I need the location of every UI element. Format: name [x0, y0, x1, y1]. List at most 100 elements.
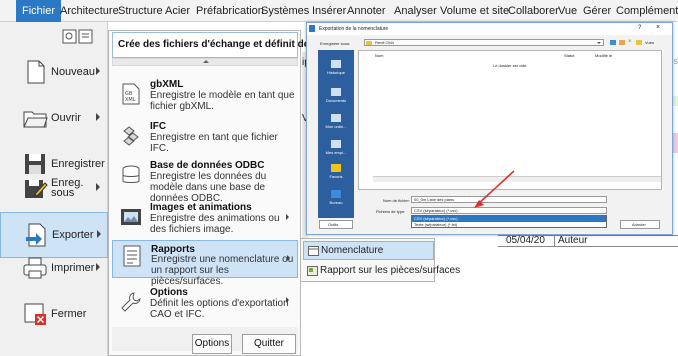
- tab-architecture[interactable]: Architecture: [60, 0, 119, 22]
- back-icon[interactable]: [610, 40, 616, 45]
- options-button[interactable]: Options: [192, 334, 232, 354]
- room-report-icon: [307, 266, 318, 276]
- menu-ouvrir[interactable]: Ouvrir: [0, 96, 108, 142]
- tab-gerer[interactable]: Gérer: [583, 0, 611, 22]
- menu-label: Nouveau: [51, 66, 96, 78]
- menu-label: Imprimer: [51, 262, 95, 274]
- chevron-right-icon: [287, 255, 290, 261]
- menu-label: Exporter: [52, 229, 94, 241]
- chevron-right-icon: [96, 183, 100, 191]
- filetype-option-txt[interactable]: Texte (séparateur) (*.txt): [412, 222, 606, 228]
- place-bureau[interactable]: Bureau: [321, 190, 351, 205]
- submenu-scroll-up[interactable]: [112, 58, 298, 66]
- column-status[interactable]: Statut: [564, 53, 574, 58]
- flyout-rapport-pieces-surfaces[interactable]: Rapport sur les pièces/surfaces: [303, 262, 460, 281]
- tab-vue[interactable]: Vue: [558, 0, 577, 22]
- tab-prefabrication[interactable]: Préfabrication: [196, 0, 264, 22]
- flyout-nomenclature[interactable]: Nomenclature: [303, 241, 434, 260]
- report-icon: [123, 245, 141, 267]
- annotation-arrow-icon: [474, 170, 515, 208]
- place-historique[interactable]: Historique: [321, 60, 351, 75]
- chevron-right-icon: [96, 67, 100, 75]
- close-button[interactable]: ×: [656, 24, 660, 31]
- chevron-right-icon: [96, 263, 100, 271]
- column-modified[interactable]: Modifié le: [595, 53, 612, 58]
- recent-documents-toggle[interactable]: [60, 28, 100, 46]
- close-document-icon: [24, 303, 46, 325]
- save-in-label: Enregistrer sous:: [320, 41, 351, 46]
- quit-revit-button[interactable]: Quitter Revit: [242, 334, 296, 354]
- up-folder-icon[interactable]: [619, 40, 625, 45]
- tab-volume-et-site[interactable]: Volume et site: [440, 0, 509, 22]
- export-gbxml[interactable]: GB XML gbXML Enregistre le modèle en tant…: [112, 79, 298, 115]
- views-menu[interactable]: Vues: [645, 40, 654, 45]
- menu-nouveau[interactable]: Nouveau: [0, 50, 108, 96]
- export-rapports[interactable]: Rapports Enregistre une nomenclature ou …: [112, 240, 298, 287]
- dialog-title: Exportation de la nomenclature: [307, 23, 672, 35]
- export-odbc[interactable]: Base de données ODBC Enregistre les donn…: [112, 160, 298, 204]
- item-description: Enregistre les données du modèle dans un…: [150, 171, 267, 204]
- tab-collaborer[interactable]: Collaborer: [508, 0, 559, 22]
- help-button[interactable]: ?: [638, 25, 641, 31]
- tab-annoter[interactable]: Annoter: [347, 0, 386, 22]
- export-options[interactable]: Options Définit les options d'exportatio…: [112, 287, 298, 320]
- tab-structure[interactable]: Structure: [118, 0, 163, 22]
- item-title: IFC: [150, 121, 167, 132]
- tab-inserer[interactable]: Insérer: [312, 0, 346, 22]
- chevron-right-icon: [97, 230, 101, 238]
- tab-fichier[interactable]: Fichier: [16, 0, 62, 22]
- export-icon: [26, 223, 46, 247]
- film-icon: [121, 209, 141, 225]
- places-bar: Historique Documents Mon ordin... Mes em…: [318, 50, 354, 218]
- menu-label: Ouvrir: [51, 112, 81, 124]
- item-description: Enregistre en tant que fichier IFC.: [150, 132, 278, 154]
- tab-systemes[interactable]: Systèmes: [261, 0, 309, 22]
- submenu-footer: Options Quitter Revit: [112, 327, 298, 354]
- tab-complements[interactable]: Compléments: [616, 0, 678, 22]
- chevron-right-icon: [96, 113, 100, 121]
- menu-imprimer[interactable]: Imprimer: [0, 246, 108, 292]
- empty-folder-text: Le dossier est vide.: [493, 63, 528, 68]
- save-in-select[interactable]: Revit-CM4: [364, 39, 604, 46]
- flyout-label: Nomenclature: [321, 245, 384, 256]
- menu-label: Enreg. sous: [51, 177, 84, 199]
- export-ifc[interactable]: IFC Enregistre en tant que fichier IFC.: [112, 121, 298, 154]
- menu-enreg-sous[interactable]: Enreg. sous: [0, 166, 108, 212]
- item-description: Enregistre une nomenclature ou un rappor…: [151, 254, 294, 287]
- delete-icon[interactable]: ×: [628, 39, 632, 45]
- tools-button[interactable]: Outils: [319, 220, 353, 229]
- column-name[interactable]: Nom: [375, 53, 383, 58]
- open-folder-icon: [23, 111, 48, 128]
- menu-label: Fermer: [51, 308, 87, 320]
- database-icon: [122, 165, 140, 183]
- date-cell: 05/04/20: [506, 235, 545, 246]
- item-title: gbXML: [150, 79, 184, 90]
- menu-fermer[interactable]: Fermer: [0, 292, 108, 338]
- place-mon-ordinateur[interactable]: Mon ordin...: [321, 114, 351, 129]
- place-documents[interactable]: Documents: [321, 88, 351, 103]
- place-favoris[interactable]: Favoris: [321, 164, 351, 179]
- filename-label: Nom de fichier:: [383, 198, 410, 203]
- new-document-icon: [27, 60, 45, 84]
- revit-app-icon: [309, 25, 315, 32]
- tab-analyser[interactable]: Analyser: [394, 0, 437, 22]
- printer-icon: [23, 257, 47, 279]
- ifc-icon: [123, 126, 139, 146]
- place-mes-emplacements[interactable]: Mes empl...: [321, 140, 351, 155]
- filetype-label: Fichiers de type:: [376, 209, 406, 214]
- save-as-icon: [25, 180, 48, 198]
- svg-text:XML: XML: [125, 97, 136, 103]
- item-title: Options: [150, 287, 188, 298]
- schedule-icon: [308, 246, 319, 256]
- chevron-right-icon: [286, 214, 289, 220]
- tab-acier[interactable]: Acier: [165, 0, 190, 22]
- new-folder-icon[interactable]: [636, 40, 642, 45]
- flyout-label: Rapport sur les pièces/surfaces: [320, 265, 461, 276]
- chevron-up-icon: [203, 60, 209, 63]
- item-description: Définit les options d'exportation CAO et…: [150, 298, 289, 320]
- cancel-button[interactable]: Annuler: [620, 220, 660, 229]
- ribbon-tab-bar: Fichier Architecture Structure Acier Pré…: [0, 0, 678, 22]
- filetype-value: CSV (séparateur) (*.csv): [414, 208, 458, 213]
- filename-value: 00_0m Liste des plans: [414, 197, 455, 202]
- export-images-animations[interactable]: Images et animations Enregistre des anim…: [112, 202, 298, 235]
